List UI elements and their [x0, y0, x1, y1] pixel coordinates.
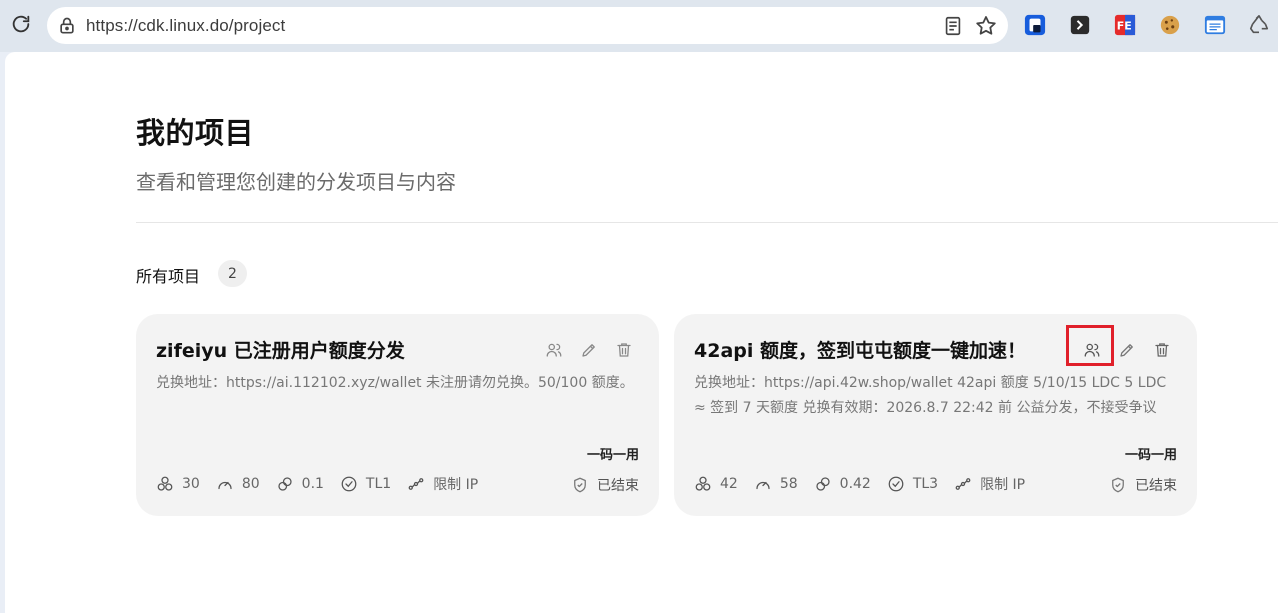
stat-ip-value: 限制 IP	[433, 477, 479, 493]
boxes-icon	[157, 476, 173, 491]
project-stats: 30 80 0.1 TL1 限制 IP	[156, 473, 494, 495]
pencil-icon	[1120, 344, 1133, 357]
redeem-mode: 一码一用	[586, 448, 639, 463]
stat-ip: 限制 IP	[954, 474, 1025, 494]
fe-helper-icon[interactable]: FE	[1113, 13, 1137, 37]
project-title[interactable]: zifeiyu 已注册用户额度分发	[156, 336, 405, 363]
link-icon	[278, 477, 292, 491]
reader-mode-icon[interactable]	[942, 15, 964, 37]
stat-ip-value: 限制 IP	[980, 477, 1026, 493]
url-text[interactable]: https://cdk.linux.do/project	[86, 16, 285, 36]
trash-icon	[617, 343, 631, 357]
stat-trust: TL3	[887, 475, 938, 493]
status-label: 已结束	[597, 478, 639, 494]
svg-text:FE: FE	[1117, 20, 1132, 33]
project-title[interactable]: 42api 额度，签到屯屯额度一键加速！	[694, 336, 1026, 363]
stat-risk: 0.1	[276, 475, 324, 493]
terminal-icon[interactable]	[1068, 13, 1092, 37]
users-icon	[546, 343, 562, 357]
stat-total-value: 30	[182, 476, 200, 492]
gauge-icon	[218, 481, 232, 490]
cookie-icon[interactable]	[1158, 13, 1182, 37]
bookmark-star-icon[interactable]	[974, 14, 998, 38]
stat-trust: TL1	[340, 475, 391, 493]
check-circle-icon	[888, 476, 904, 492]
browser-window-icon[interactable]	[1203, 13, 1227, 37]
project-stats: 42 58 0.42 TL3 限制 IP	[694, 473, 1041, 495]
pencil-icon	[582, 344, 595, 357]
delete-button[interactable]	[611, 337, 637, 363]
highlight-box	[1066, 325, 1114, 366]
stat-speed: 80	[216, 475, 260, 493]
check-circle-icon	[341, 476, 357, 492]
address-bar[interactable]: https://cdk.linux.do/project	[47, 7, 1008, 44]
stat-total: 30	[156, 475, 200, 493]
edit-button[interactable]	[1114, 337, 1140, 363]
reload-icon[interactable]	[8, 11, 34, 37]
project-count-badge: 2	[218, 260, 247, 287]
stat-risk: 0.42	[814, 475, 871, 493]
stat-speed: 58	[754, 475, 798, 493]
participants-button[interactable]	[541, 337, 567, 363]
stat-total-value: 42	[720, 476, 738, 492]
project-card[interactable]: 42api 额度，签到屯屯额度一键加速！ 兑换地址：https://api.42…	[674, 314, 1197, 516]
recycle-icon[interactable]	[1247, 13, 1271, 37]
shield-check-icon	[574, 477, 586, 493]
stat-speed-value: 58	[779, 476, 798, 492]
gauge-icon	[756, 481, 770, 490]
status-label: 已结束	[1135, 478, 1177, 494]
link-icon	[816, 477, 830, 491]
delete-button[interactable]	[1149, 337, 1175, 363]
section-label: 所有项目	[136, 267, 201, 286]
network-icon	[955, 478, 971, 490]
stat-ip: 限制 IP	[407, 474, 478, 494]
shield-check-icon	[1112, 477, 1124, 493]
edit-button[interactable]	[576, 337, 602, 363]
page-title: 我的项目	[136, 116, 255, 150]
stat-risk-value: 0.1	[301, 476, 324, 492]
project-card[interactable]: zifeiyu 已注册用户额度分发 兑换地址：https://ai.112102…	[136, 314, 659, 516]
stat-total: 42	[694, 475, 738, 493]
project-description: 兑换地址：https://ai.112102.xyz/wallet 未注册请勿兑…	[156, 375, 634, 391]
project-description: 兑换地址：https://api.42w.shop/wallet 42api 额…	[694, 375, 1167, 416]
network-icon	[408, 478, 424, 490]
divider	[136, 222, 1278, 223]
boxes-icon	[695, 476, 711, 491]
project-status: 已结束	[571, 475, 639, 495]
stat-speed-value: 80	[241, 476, 260, 492]
stat-trust-value: TL1	[365, 476, 392, 492]
stat-risk-value: 0.42	[839, 476, 871, 492]
page-subtitle: 查看和管理您创建的分发项目与内容	[136, 170, 456, 194]
trash-icon	[1155, 343, 1169, 357]
redeem-mode: 一码一用	[1124, 448, 1177, 463]
stat-trust-value: TL3	[912, 476, 939, 492]
site-info-icon[interactable]	[57, 16, 77, 36]
project-status: 已结束	[1109, 475, 1177, 495]
browser-toolbar: https://cdk.linux.do/project FE	[0, 0, 1278, 52]
password-manager-icon[interactable]	[1023, 13, 1047, 37]
